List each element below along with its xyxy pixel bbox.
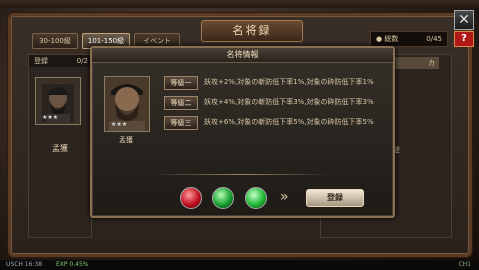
dialog-general-name: 孟獲 xyxy=(119,136,133,144)
divider xyxy=(152,174,332,175)
double-arrow-icon: » xyxy=(280,189,289,205)
tab-30-100[interactable]: 30-100級 xyxy=(32,33,78,49)
status-channel: CH1 xyxy=(458,261,471,268)
green-gem-icon[interactable] xyxy=(245,187,267,209)
level-description: 妖攻+2%,対象の斬防低下率1%,対象の砕防低下率1% xyxy=(204,78,374,86)
general-portrait[interactable]: ★★★ xyxy=(35,77,81,125)
general-info-dialog: 名将情報 ★★★ 孟獲 等級一 妖攻+2%,対象の斬防低下率1%,対象の砕防低下… xyxy=(90,46,395,218)
level-description: 妖攻+6%,対象の斬防低下率5%,対象の砕防低下率5% xyxy=(204,118,374,126)
status-bar: USCH 16:38 EXP 0.45% CH1 xyxy=(0,260,479,270)
dialog-general-stars: ★★★ xyxy=(111,121,128,128)
red-gem-icon[interactable] xyxy=(180,187,202,209)
status-time: USCH 16:38 xyxy=(6,261,43,268)
window-title: 名将録 xyxy=(201,20,303,42)
general-name: 孟獲 xyxy=(52,144,68,153)
level-description: 妖攻+4%,対象の斬防低下率3%,対象の砕防低下率3% xyxy=(204,98,374,106)
dialog-general-portrait: ★★★ xyxy=(104,76,150,132)
level-badge: 等級三 xyxy=(164,116,198,130)
left-panel: 登録 0/2 ★★★ 孟獲 xyxy=(28,54,92,238)
register-count: 0/2 xyxy=(76,57,88,65)
status-exp: EXP 0.45% xyxy=(56,261,89,268)
total-label: ● 総数 xyxy=(376,35,399,43)
close-button[interactable]: ✕ xyxy=(454,10,474,30)
level-badge: 等級一 xyxy=(164,76,198,90)
total-counter: ● 総数 0/45 xyxy=(370,31,448,47)
help-button[interactable]: ? xyxy=(454,31,474,47)
close-icon: ✕ xyxy=(458,12,470,28)
green-gem-icon[interactable] xyxy=(212,187,234,209)
top-bar xyxy=(0,0,479,8)
register-label: 登録 xyxy=(34,57,48,65)
level-badge: 等級二 xyxy=(164,96,198,110)
left-panel-header: 登録 0/2 xyxy=(29,55,91,67)
register-button[interactable]: 登録 xyxy=(306,189,364,207)
help-icon: ? xyxy=(461,33,467,44)
general-stars: ★★★ xyxy=(42,114,59,121)
dialog-title: 名将情報 xyxy=(92,48,393,63)
total-value: 0/45 xyxy=(426,35,442,43)
